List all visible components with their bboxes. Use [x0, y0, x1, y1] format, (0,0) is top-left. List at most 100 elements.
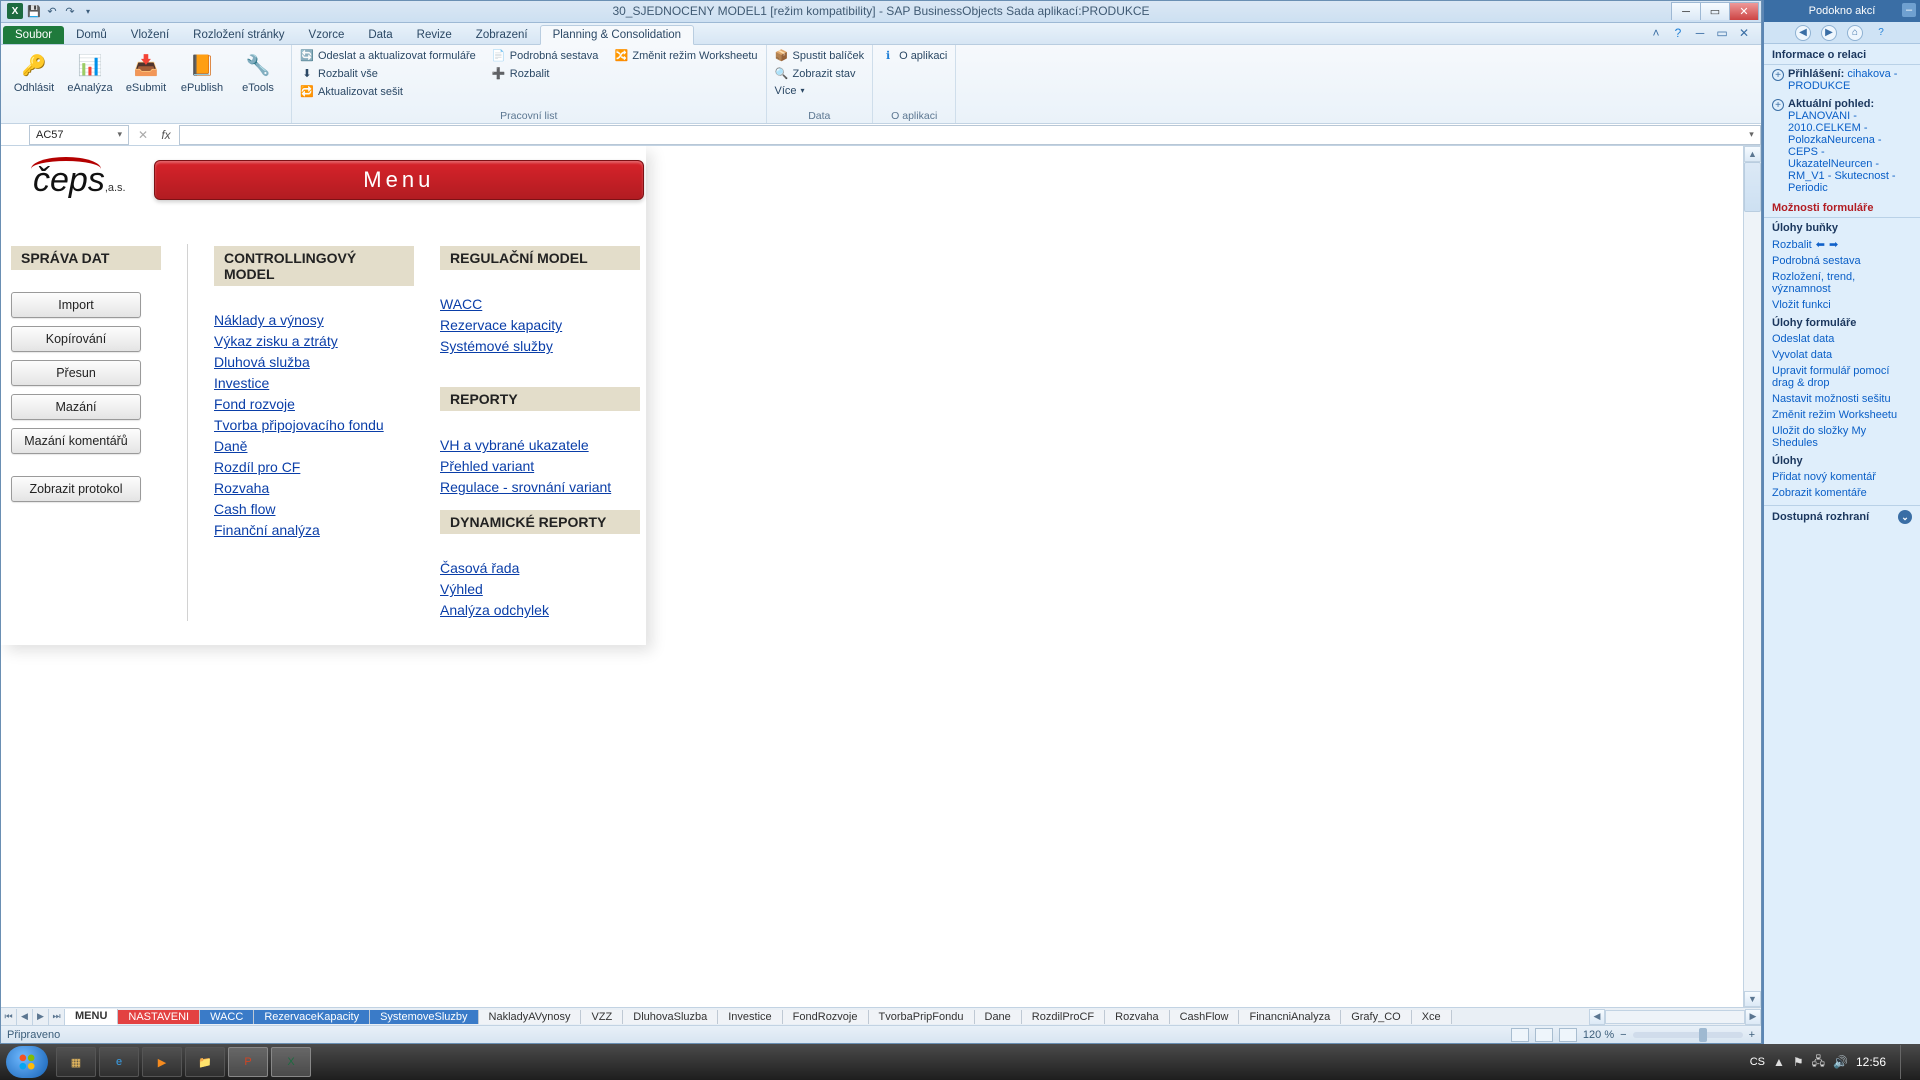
- link-rezervace-kapacity[interactable]: Rezervace kapacity: [440, 315, 640, 336]
- name-box[interactable]: AC57 ▾: [29, 125, 129, 145]
- sheet-tab-fondrozvoje[interactable]: FondRozvoje: [783, 1010, 869, 1024]
- view-normal-button[interactable]: [1511, 1028, 1529, 1042]
- link-casova-rada[interactable]: Časová řada: [440, 558, 640, 579]
- link-systemove-sluzby[interactable]: Systémové služby: [440, 336, 640, 357]
- tab-nav-first-icon[interactable]: ⏮: [1, 1009, 17, 1025]
- etools-button[interactable]: 🔧 eTools: [233, 48, 283, 94]
- task-excel[interactable]: X: [271, 1047, 311, 1077]
- ap-link-edit-dragdrop[interactable]: Upravit formulář pomocí drag & drop: [1764, 363, 1920, 391]
- sheet-tab-tvorbaprip[interactable]: TvorbaPripFondu: [869, 1010, 975, 1024]
- task-powerpoint[interactable]: P: [228, 1047, 268, 1077]
- sheet-tab-nastaveni[interactable]: NASTAVENI: [118, 1010, 200, 1024]
- formula-expand-icon[interactable]: ▾: [1743, 125, 1761, 145]
- expand-button[interactable]: ➕Rozbalit: [492, 66, 599, 82]
- sheet-tab-dane[interactable]: Dane: [975, 1010, 1022, 1024]
- horizontal-scrollbar[interactable]: ◀ ▶: [1589, 1009, 1761, 1025]
- ap-help-icon[interactable]: ?: [1873, 25, 1889, 41]
- workbook-minimize-icon[interactable]: ─: [1693, 26, 1707, 40]
- scroll-up-icon[interactable]: ▲: [1744, 146, 1761, 162]
- eanalyza-button[interactable]: 📊 eAnalýza: [65, 48, 115, 94]
- ap-link-add-comment[interactable]: Přidat nový komentář: [1764, 469, 1920, 485]
- ap-link-send-data[interactable]: Odeslat data: [1764, 331, 1920, 347]
- ap-home-icon[interactable]: ⌂: [1847, 25, 1863, 41]
- tab-nav-last-icon[interactable]: ⏭: [49, 1009, 65, 1025]
- link-cashflow[interactable]: Cash flow: [214, 499, 414, 520]
- tab-nav-prev-icon[interactable]: ◀: [17, 1009, 33, 1025]
- logout-button[interactable]: 🔑 Odhlásit: [9, 48, 59, 94]
- sheet-tab-vzz[interactable]: VZZ: [581, 1010, 623, 1024]
- change-worksheet-mode-button[interactable]: 🔀Změnit režim Worksheetu: [614, 48, 757, 64]
- workbook-restore-icon[interactable]: ▭: [1715, 26, 1729, 40]
- ap-link-show-comments[interactable]: Zobrazit komentáře: [1764, 485, 1920, 501]
- view-layout-button[interactable]: [1535, 1028, 1553, 1042]
- ap-link-change-ws-mode[interactable]: Změnit režim Worksheetu: [1764, 407, 1920, 423]
- language-indicator[interactable]: CS: [1750, 1056, 1765, 1068]
- ap-expand-view-icon[interactable]: +: [1772, 99, 1784, 111]
- link-tvorba-pripfondu[interactable]: Tvorba připojovacího fondu: [214, 415, 414, 436]
- link-rozdil-cf[interactable]: Rozdíl pro CF: [214, 457, 414, 478]
- task-media[interactable]: ▶: [142, 1047, 182, 1077]
- sheet-tab-rozdilcf[interactable]: RozdilProCF: [1022, 1010, 1105, 1024]
- tray-up-icon[interactable]: ▲: [1773, 1055, 1785, 1069]
- ap-link-retrieve-data[interactable]: Vyvolat data: [1764, 347, 1920, 363]
- link-rozvaha[interactable]: Rozvaha: [214, 478, 414, 499]
- sheet-tab-systemove[interactable]: SystemoveSluzby: [370, 1010, 478, 1024]
- copy-button[interactable]: Kopírování: [11, 326, 141, 352]
- help-icon[interactable]: ?: [1671, 26, 1685, 40]
- ap-back-icon[interactable]: ◀: [1795, 25, 1811, 41]
- tab-home[interactable]: Domů: [64, 26, 119, 44]
- tab-nav-next-icon[interactable]: ▶: [33, 1009, 49, 1025]
- tab-file[interactable]: Soubor: [3, 26, 64, 44]
- zoom-out-icon[interactable]: −: [1620, 1029, 1626, 1041]
- tab-data[interactable]: Data: [356, 26, 404, 44]
- tray-network-icon[interactable]: 🖧: [1812, 1052, 1825, 1073]
- task-explorer[interactable]: ▦: [56, 1047, 96, 1077]
- task-ie[interactable]: e: [99, 1047, 139, 1077]
- link-wacc[interactable]: WACC: [440, 294, 640, 315]
- detail-report-button[interactable]: 📄Podrobná sestava: [492, 48, 599, 64]
- vertical-scrollbar[interactable]: ▲ ▼: [1743, 146, 1761, 1007]
- ribbon-minimize-icon[interactable]: ˄: [1649, 26, 1663, 40]
- show-status-button[interactable]: 🔍Zobrazit stav: [775, 66, 865, 82]
- sheet-tab-rezervace[interactable]: RezervaceKapacity: [254, 1010, 370, 1024]
- ap-view-value[interactable]: PLANOVANI - 2010.CELKEM - PolozkaNeurcen…: [1788, 110, 1896, 194]
- tab-review[interactable]: Revize: [405, 26, 464, 44]
- about-button[interactable]: ℹO aplikaci: [881, 48, 947, 64]
- epublish-button[interactable]: 📙 ePublish: [177, 48, 227, 94]
- link-financni-analyza[interactable]: Finanční analýza: [214, 520, 414, 541]
- refresh-workbook-button[interactable]: 🔁Aktualizovat sešit: [300, 84, 476, 100]
- tab-pagelayout[interactable]: Rozložení stránky: [181, 26, 296, 44]
- sheet-tab-investice[interactable]: Investice: [718, 1010, 782, 1024]
- sheet-tab-finanalyza[interactable]: FinancniAnalyza: [1239, 1010, 1341, 1024]
- show-log-button[interactable]: Zobrazit protokol: [11, 476, 141, 502]
- sheet-tab-rozvaha[interactable]: Rozvaha: [1105, 1010, 1169, 1024]
- clock[interactable]: 12:56: [1856, 1055, 1886, 1069]
- tab-formulas[interactable]: Vzorce: [297, 26, 357, 44]
- delete-comments-button[interactable]: Mazání komentářů: [11, 428, 141, 454]
- link-dane[interactable]: Daně: [214, 436, 414, 457]
- scroll-down-icon[interactable]: ▼: [1744, 991, 1761, 1007]
- link-vyhled[interactable]: Výhled: [440, 579, 640, 600]
- sheet-tab-xce[interactable]: Xce: [1412, 1010, 1452, 1024]
- action-pane-minimize-icon[interactable]: –: [1902, 3, 1916, 17]
- link-analyza-odchylek[interactable]: Analýza odchylek: [440, 600, 640, 621]
- tab-view[interactable]: Zobrazení: [464, 26, 540, 44]
- tab-insert[interactable]: Vložení: [119, 26, 181, 44]
- link-investice[interactable]: Investice: [214, 373, 414, 394]
- formula-input[interactable]: [179, 125, 1743, 145]
- delete-button[interactable]: Mazání: [11, 394, 141, 420]
- link-prehled-variant[interactable]: Přehled variant: [440, 456, 640, 477]
- sheet-tab-grafyco[interactable]: Grafy_CO: [1341, 1010, 1412, 1024]
- namebox-dropdown-icon[interactable]: ▾: [117, 129, 122, 140]
- sheet-tab-wacc[interactable]: WACC: [200, 1010, 254, 1024]
- link-dluhova-sluzba[interactable]: Dluhová služba: [214, 352, 414, 373]
- move-button[interactable]: Přesun: [11, 360, 141, 386]
- more-button[interactable]: Více ▾: [775, 84, 865, 98]
- hscroll-left-icon[interactable]: ◀: [1589, 1009, 1605, 1025]
- ap-collapse-icon[interactable]: ⌄: [1898, 510, 1912, 524]
- scroll-thumb[interactable]: [1744, 162, 1761, 212]
- workbook-close-icon[interactable]: ✕: [1737, 26, 1751, 40]
- sheet-tab-naklady[interactable]: NakladyAVynosy: [479, 1010, 582, 1024]
- show-desktop-button[interactable]: [1900, 1045, 1910, 1079]
- ap-link-save-myschedules[interactable]: Uložit do složky My Shedules: [1764, 423, 1920, 451]
